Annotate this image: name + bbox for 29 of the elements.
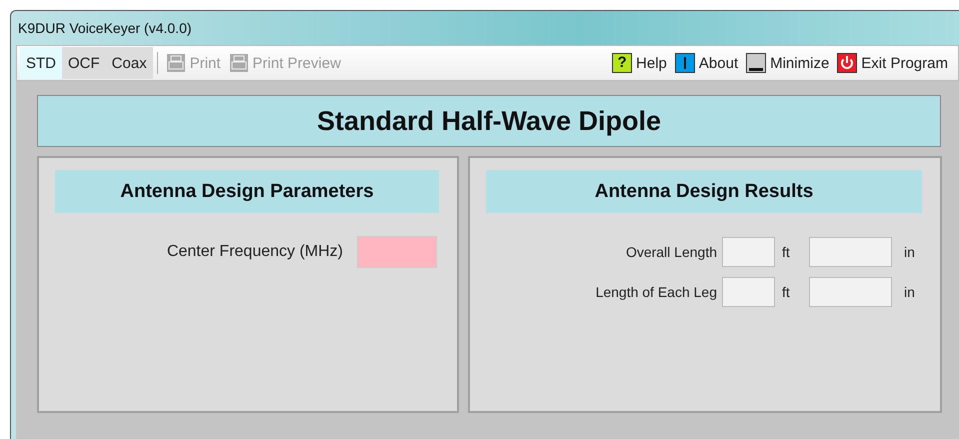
- tab[interactable]: Coax: [106, 47, 153, 79]
- inches-field[interactable]: [809, 237, 892, 267]
- printer-icon: [228, 53, 249, 73]
- unit-label: ft: [781, 244, 791, 260]
- page-title: Standard Half-Wave Dipole: [37, 95, 941, 147]
- result-label: Length of Each Leg: [594, 284, 718, 300]
- field-label: Center Frequency (MHz): [166, 243, 343, 261]
- result-label: Overall Length: [624, 244, 718, 260]
- power-icon: [837, 53, 858, 73]
- minimize-icon: [746, 53, 766, 73]
- feet-field[interactable]: [722, 277, 775, 307]
- tab[interactable]: STD: [20, 47, 62, 79]
- inches-field[interactable]: [809, 277, 892, 307]
- panel-header: Antenna Design Parameters: [55, 170, 439, 213]
- unit-label: in: [903, 284, 916, 300]
- feet-field[interactable]: [722, 237, 775, 267]
- info-icon: [674, 53, 695, 73]
- panel-header: Antenna Design Results: [486, 170, 922, 213]
- unit-label: in: [903, 244, 916, 260]
- exit-button[interactable]: Exit Program: [833, 49, 952, 77]
- window-title: K9DUR VoiceKeyer (v4.0.0): [17, 19, 193, 38]
- help-icon: ?: [612, 53, 632, 73]
- unit-label: ft: [781, 284, 791, 300]
- tab[interactable]: OCF: [62, 47, 106, 79]
- help-button[interactable]: ? Help: [608, 49, 671, 77]
- frequency-input[interactable]: [357, 236, 437, 268]
- minimize-button[interactable]: Minimize: [742, 49, 834, 77]
- printer-icon: [166, 53, 186, 73]
- about-button[interactable]: About: [670, 49, 742, 77]
